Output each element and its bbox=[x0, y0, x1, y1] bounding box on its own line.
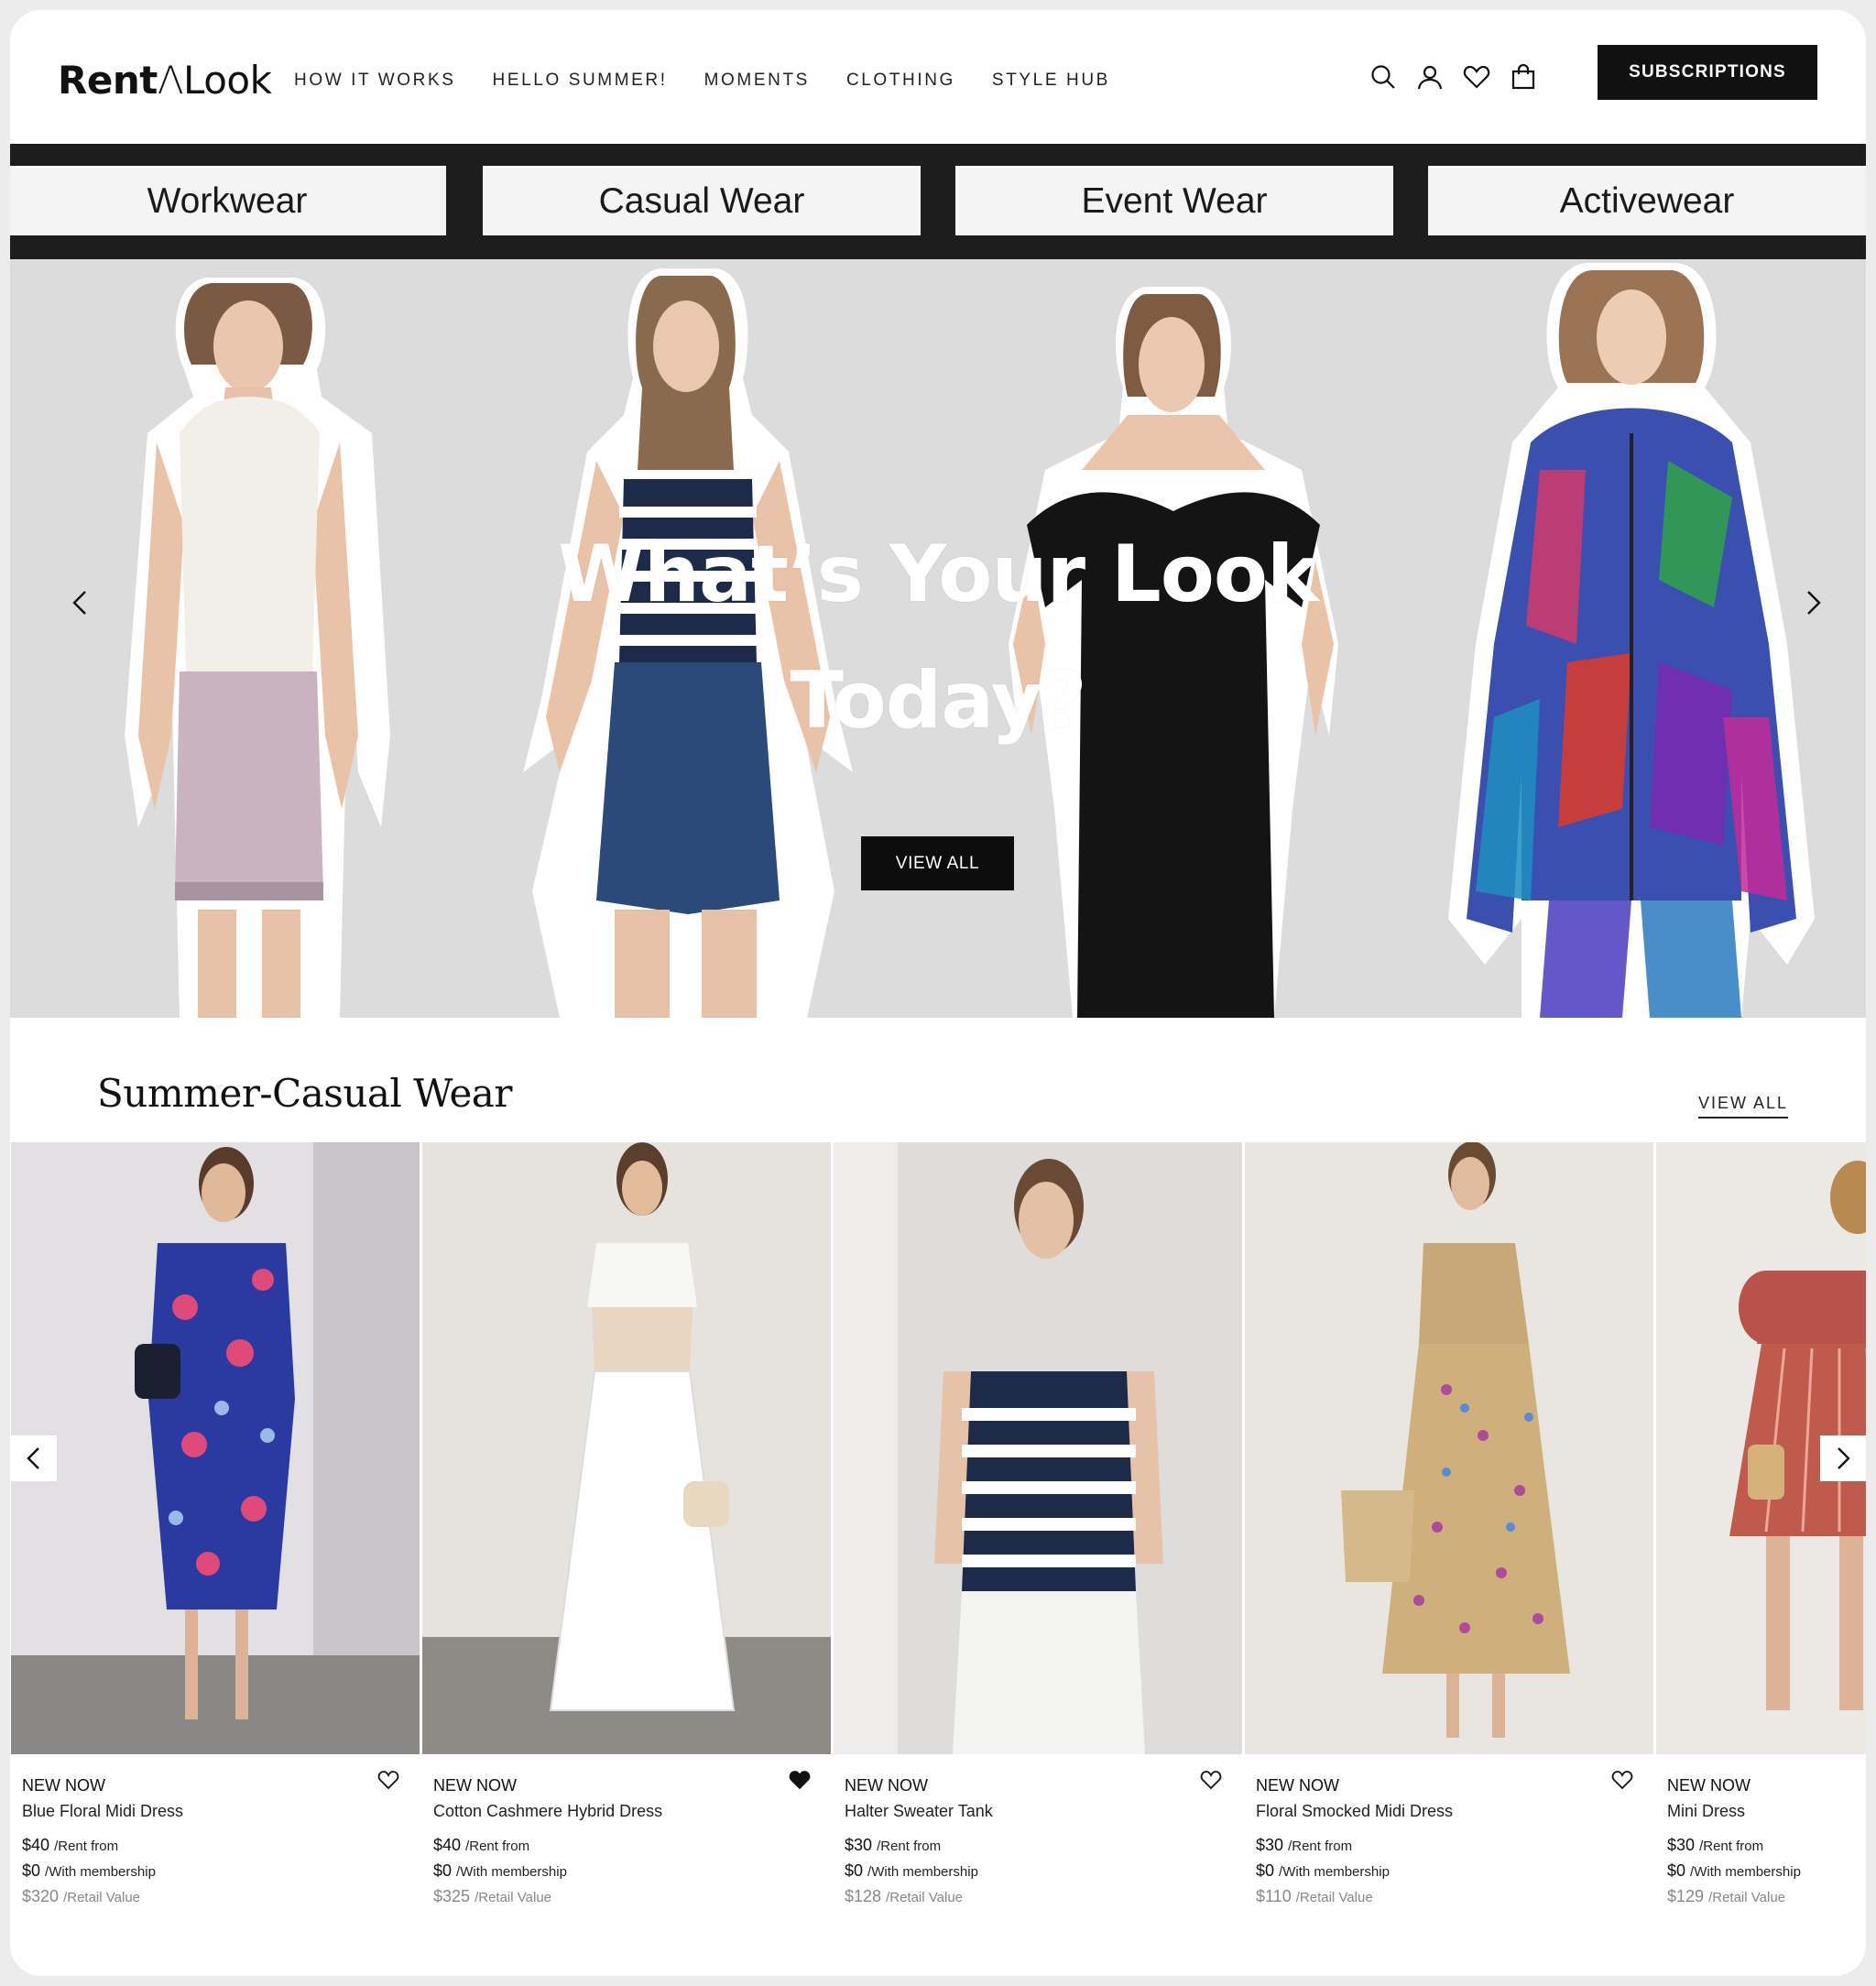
retail-price: $129 /Retail Value bbox=[1667, 1887, 1785, 1905]
product-image[interactable] bbox=[834, 1142, 1242, 1754]
rent-price: $40 /Rent from bbox=[22, 1836, 119, 1854]
rent-price: $40 /Rent from bbox=[433, 1836, 530, 1854]
member-price: $0 /With membership bbox=[1256, 1861, 1390, 1880]
heart-icon[interactable] bbox=[1463, 63, 1490, 91]
product-card[interactable]: NEW NOW Mini Dress $30 /Rent from $0 /Wi… bbox=[1656, 1142, 1866, 1976]
heart-icon bbox=[377, 1771, 399, 1790]
product-card[interactable]: NEW NOW Halter Sweater Tank $30 /Rent fr… bbox=[834, 1142, 1242, 1976]
favorite-button[interactable] bbox=[1611, 1769, 1633, 1791]
member-price: $0 /With membership bbox=[1667, 1861, 1801, 1880]
chevron-left-icon bbox=[72, 591, 86, 615]
chevron-right-icon bbox=[1838, 1447, 1850, 1469]
product-badge: NEW NOW bbox=[22, 1776, 105, 1795]
retail-price: $128 /Retail Value bbox=[845, 1887, 963, 1905]
product-badge: NEW NOW bbox=[1256, 1776, 1339, 1795]
products-prev-arrow[interactable] bbox=[11, 1435, 57, 1481]
product-card[interactable]: NEW NOW Floral Smocked Midi Dress $30 /R… bbox=[1245, 1142, 1653, 1976]
section-view-all-link[interactable]: VIEW ALL bbox=[1698, 1094, 1789, 1118]
hero-title-line-2: Today? bbox=[790, 655, 1086, 747]
main-nav: HOW IT WORKS HELLO SUMMER! MOMENTS CLOTH… bbox=[294, 71, 1147, 91]
heart-icon bbox=[1611, 1771, 1633, 1790]
member-price: $0 /With membership bbox=[22, 1861, 156, 1880]
nav-moments[interactable]: MOMENTS bbox=[704, 71, 810, 91]
member-price: $0 /With membership bbox=[845, 1861, 978, 1880]
chevron-right-icon bbox=[1807, 591, 1821, 615]
product-name[interactable]: Mini Dress bbox=[1667, 1802, 1745, 1821]
category-workwear[interactable]: Workwear bbox=[10, 166, 446, 235]
account-icon[interactable] bbox=[1416, 63, 1444, 91]
hero-title-line-1: What’s Your Look bbox=[557, 529, 1319, 620]
category-activewear[interactable]: Activewear bbox=[1428, 166, 1866, 235]
header-icons bbox=[1369, 63, 1537, 91]
member-price: $0 /With membership bbox=[433, 1861, 567, 1880]
site-header: RentΛLook HOW IT WORKS HELLO SUMMER! MOM… bbox=[10, 10, 1866, 144]
product-card[interactable]: NEW NOW Blue Floral Midi Dress $40 /Rent… bbox=[11, 1142, 420, 1976]
nav-how-it-works[interactable]: HOW IT WORKS bbox=[294, 71, 456, 91]
bag-icon[interactable] bbox=[1510, 63, 1537, 91]
category-casual-wear[interactable]: Casual Wear bbox=[483, 166, 921, 235]
product-image[interactable] bbox=[1245, 1142, 1653, 1754]
chevron-left-icon bbox=[27, 1447, 39, 1469]
product-badge: NEW NOW bbox=[845, 1776, 928, 1795]
hero-title: What’s Your Look Today? bbox=[10, 511, 1866, 764]
product-name[interactable]: Cotton Cashmere Hybrid Dress bbox=[433, 1802, 662, 1821]
search-icon[interactable] bbox=[1369, 63, 1397, 91]
heart-icon bbox=[1200, 1771, 1222, 1790]
rent-price: $30 /Rent from bbox=[1256, 1836, 1353, 1854]
product-badge: NEW NOW bbox=[1667, 1776, 1751, 1795]
logo[interactable]: RentΛLook bbox=[58, 58, 272, 103]
favorite-button[interactable] bbox=[377, 1769, 399, 1791]
page-frame: RentΛLook HOW IT WORKS HELLO SUMMER! MOM… bbox=[10, 10, 1866, 1976]
hero-prev-arrow[interactable] bbox=[62, 584, 99, 621]
category-bar: Workwear Casual Wear Event Wear Activewe… bbox=[10, 144, 1866, 259]
nav-style-hub[interactable]: STYLE HUB bbox=[992, 71, 1110, 91]
favorite-button[interactable] bbox=[1200, 1769, 1222, 1791]
product-image[interactable] bbox=[11, 1142, 420, 1754]
rent-price: $30 /Rent from bbox=[1667, 1836, 1764, 1854]
products-next-arrow[interactable] bbox=[1820, 1435, 1866, 1481]
rent-price: $30 /Rent from bbox=[845, 1836, 942, 1854]
heart-filled-icon bbox=[789, 1771, 811, 1790]
product-carousel: NEW NOW Blue Floral Midi Dress $40 /Rent… bbox=[11, 1142, 1866, 1976]
product-name[interactable]: Floral Smocked Midi Dress bbox=[1256, 1802, 1453, 1821]
hero-next-arrow[interactable] bbox=[1794, 584, 1831, 621]
product-image[interactable] bbox=[422, 1142, 831, 1754]
product-badge: NEW NOW bbox=[433, 1776, 517, 1795]
product-name[interactable]: Blue Floral Midi Dress bbox=[22, 1802, 183, 1821]
favorite-button[interactable] bbox=[789, 1769, 811, 1791]
subscriptions-button[interactable]: SUBSCRIPTIONS bbox=[1598, 45, 1817, 100]
retail-price: $320 /Retail Value bbox=[22, 1887, 140, 1905]
hero-banner: What’s Your Look Today? VIEW ALL bbox=[10, 259, 1866, 1018]
retail-price: $325 /Retail Value bbox=[433, 1887, 551, 1905]
nav-clothing[interactable]: CLOTHING bbox=[846, 71, 955, 91]
product-card[interactable]: NEW NOW Cotton Cashmere Hybrid Dress $40… bbox=[422, 1142, 831, 1976]
hero-view-all-button[interactable]: VIEW ALL bbox=[861, 836, 1014, 890]
section-title: Summer-Casual Wear bbox=[97, 1071, 512, 1116]
nav-hello-summer[interactable]: HELLO SUMMER! bbox=[493, 71, 668, 91]
retail-price: $110 /Retail Value bbox=[1256, 1887, 1373, 1905]
product-name[interactable]: Halter Sweater Tank bbox=[845, 1802, 993, 1821]
category-event-wear[interactable]: Event Wear bbox=[955, 166, 1393, 235]
